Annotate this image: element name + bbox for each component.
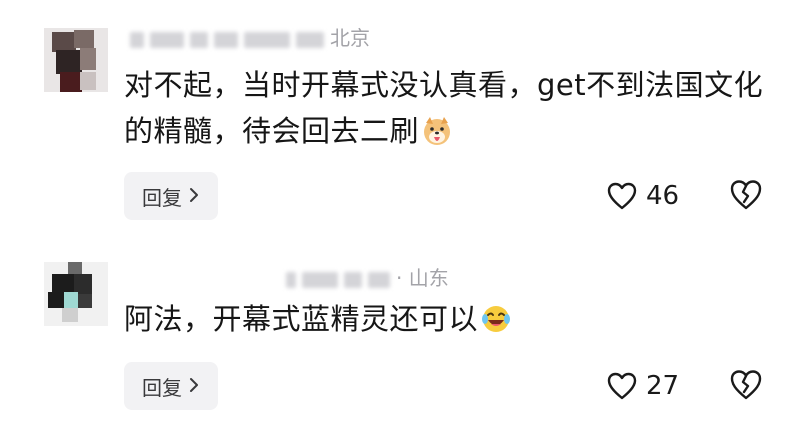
comment-body: 阿法，开幕式蓝精灵还可以 <box>124 302 479 336</box>
comment-text: 阿法，开幕式蓝精灵还可以 <box>124 296 774 342</box>
reply-button[interactable]: 回复 <box>124 172 218 220</box>
dislike-button[interactable] <box>728 178 764 214</box>
comment-meta: · 山东 <box>286 264 449 292</box>
blurred-username <box>286 271 296 288</box>
heart-outline-icon <box>607 182 637 210</box>
location-label: · 山东 <box>396 266 449 290</box>
like-button[interactable]: 46 <box>606 172 679 220</box>
comment-meta: 北京 <box>130 24 370 52</box>
laughing-tears-emoji-icon <box>482 306 511 332</box>
avatar[interactable] <box>44 262 108 326</box>
like-count: 46 <box>646 181 680 211</box>
like-button[interactable]: 27 <box>606 362 679 410</box>
comment-item: 北京 对不起，当时开幕式没认真看，get不到法国文化的精髓，待会回去二刷 回复 … <box>0 0 800 240</box>
chevron-right-icon <box>188 374 200 398</box>
chevron-right-icon <box>188 184 200 208</box>
heart-outline-icon <box>607 372 637 400</box>
comment-item: · 山东 阿法，开幕式蓝精灵还可以 回复 27 <box>0 240 800 430</box>
broken-heart-icon <box>730 370 762 400</box>
like-count: 27 <box>646 371 680 401</box>
broken-heart-icon <box>730 180 762 210</box>
comment-text: 对不起，当时开幕式没认真看，get不到法国文化的精髓，待会回去二刷 <box>124 62 774 154</box>
dog-tongue-emoji-icon <box>424 117 451 145</box>
avatar[interactable] <box>44 28 108 92</box>
reply-label: 回复 <box>142 375 182 400</box>
dislike-button[interactable] <box>728 368 764 404</box>
blurred-username <box>130 31 144 48</box>
location-label: 北京 <box>330 26 370 50</box>
reply-label: 回复 <box>142 185 182 210</box>
reply-button[interactable]: 回复 <box>124 362 218 410</box>
